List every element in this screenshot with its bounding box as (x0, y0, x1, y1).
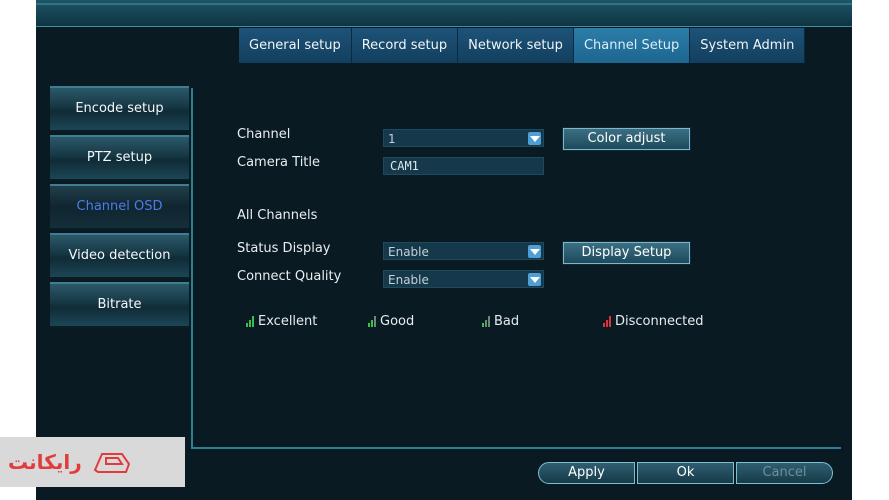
connect-quality-select[interactable]: Enable (383, 270, 544, 288)
top-bar-stripe (36, 3, 852, 5)
chevron-down-icon[interactable] (528, 245, 541, 258)
menu-item-channel-osd[interactable]: Channel OSD (50, 184, 189, 230)
panel-divider-horizontal (191, 447, 841, 449)
legend-bad-label: Bad (494, 314, 520, 329)
legend-excellent: Excellent (246, 314, 317, 329)
menu-item-bitrate[interactable]: Bitrate (50, 282, 189, 328)
ok-button[interactable]: Ok (637, 462, 734, 484)
panel-divider-vertical (191, 88, 193, 448)
menu-item-encode-setup[interactable]: Encode setup (50, 86, 189, 132)
menu-item-video-detection[interactable]: Video detection (50, 233, 189, 279)
legend-disconnected: Disconnected (603, 314, 703, 329)
tab-bar: General setup Record setup Network setup… (239, 28, 806, 63)
connect-quality-label: Connect Quality (237, 269, 342, 284)
menu-item-ptz-setup[interactable]: PTZ setup (50, 135, 189, 181)
status-display-select[interactable]: Enable (383, 242, 544, 260)
watermark-text: رایکانت (8, 450, 82, 474)
left-menu: Encode setup PTZ setup Channel OSD Video… (50, 86, 189, 331)
tab-network-setup[interactable]: Network setup (458, 28, 574, 63)
channel-select[interactable]: 1 (383, 129, 544, 147)
tab-system-admin[interactable]: System Admin (690, 28, 806, 63)
color-adjust-button[interactable]: Color adjust (562, 127, 691, 151)
watermark-logo: رایکانت (0, 437, 185, 487)
cancel-button[interactable]: Cancel (736, 462, 833, 484)
legend-good-label: Good (380, 314, 415, 329)
status-display-value: Enable (388, 245, 429, 259)
top-bar (36, 0, 852, 27)
display-setup-button[interactable]: Display Setup (562, 241, 691, 265)
tab-record-setup[interactable]: Record setup (351, 28, 459, 63)
legend-good: Good (368, 314, 414, 329)
signal-excellent-icon (246, 316, 254, 327)
status-display-label: Status Display (237, 241, 331, 256)
tab-channel-setup[interactable]: Channel Setup (573, 28, 691, 63)
dvr-screen: General setup Record setup Network setup… (36, 0, 852, 500)
signal-disconnected-icon (603, 316, 611, 327)
tab-general-setup[interactable]: General setup (239, 28, 352, 63)
channel-select-value: 1 (388, 132, 396, 146)
chevron-down-icon[interactable] (528, 273, 541, 286)
chevron-down-icon[interactable] (528, 132, 541, 145)
truck-icon (93, 453, 130, 473)
legend-excellent-label: Excellent (258, 314, 318, 329)
camera-title-label: Camera Title (237, 155, 321, 170)
all-channels-label: All Channels (237, 208, 318, 223)
signal-good-icon (368, 316, 376, 327)
apply-button[interactable]: Apply (538, 462, 635, 484)
channel-label: Channel (237, 127, 291, 142)
signal-bad-icon (482, 316, 490, 327)
camera-title-input[interactable]: CAM1 (383, 157, 544, 175)
legend-bad: Bad (482, 314, 519, 329)
legend-disconnected-label: Disconnected (615, 314, 704, 329)
connect-quality-value: Enable (388, 273, 429, 287)
